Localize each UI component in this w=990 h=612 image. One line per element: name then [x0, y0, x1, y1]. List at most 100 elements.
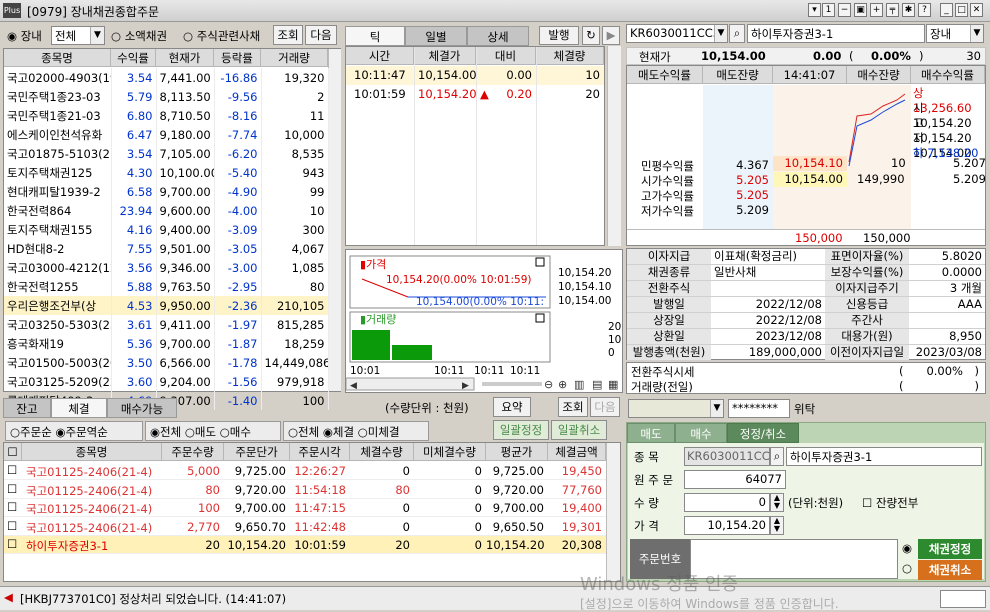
zoom-out-icon[interactable]: − — [838, 3, 851, 17]
page-one-icon[interactable]: 1 — [822, 3, 835, 17]
scrollbar[interactable] — [607, 46, 621, 246]
col-header[interactable]: 등락률 — [214, 49, 261, 67]
order-row[interactable]: ☐ 국고01125-2406(21-4) 5,000 9,725.00 12:26:27… — [4, 462, 606, 480]
radio-exec-pending[interactable]: ○미체결 — [358, 425, 400, 439]
table-row[interactable]: 국고01875-5103(21 3.54 7,105.00 -6.20 8,535 — [4, 144, 329, 163]
col-header[interactable]: 종목명 — [4, 49, 111, 67]
code-field[interactable]: KR6030011CC3 — [684, 447, 777, 466]
scrollbar[interactable] — [606, 443, 620, 581]
status-dropdown[interactable] — [940, 590, 986, 608]
table-row[interactable]: 토지주택채권125 4.30 10,100.00 -5.40 943 — [4, 163, 329, 182]
close-button[interactable]: ✕ — [970, 3, 983, 17]
table-row[interactable]: 흥국화재19 5.36 9,700.00 -1.87 18,259 — [4, 334, 329, 353]
qty-field[interactable]: 0 — [684, 493, 770, 512]
table-row[interactable]: 한국전력864 23.94 9,600.00 -4.00 10 — [4, 201, 329, 220]
bulk-cancel-button[interactable]: 일괄취소 — [551, 420, 607, 440]
market-filter-select[interactable]: 전체 ▼ — [51, 26, 105, 45]
minimize-button[interactable]: _ — [940, 3, 953, 17]
radio-side-all[interactable]: ◉전체 — [150, 425, 181, 439]
issue-button[interactable]: 발행 — [539, 26, 579, 45]
col-header[interactable]: 수익률 — [111, 49, 156, 67]
table-row[interactable]: 국민주택1종23-03 5.79 8,113.50 -9.56 2 — [4, 87, 329, 106]
help-icon[interactable]: ? — [918, 3, 931, 17]
settings-icon[interactable]: ✱ — [902, 3, 915, 17]
table-row[interactable]: 국고03250-5303(23 3.61 9,411.00 -1.97 815,285 — [4, 315, 329, 334]
tab-buy[interactable]: 매수 — [675, 423, 727, 443]
search-icon[interactable]: ⌕ — [770, 447, 784, 466]
table-row[interactable]: 국고03000-4212(12 3.56 9,346.00 -3.00 1,085 — [4, 258, 329, 277]
radio-exec-all[interactable]: ○전체 — [288, 425, 319, 439]
bulk-modify-button[interactable]: 일괄정정 — [493, 420, 549, 440]
row-checkbox[interactable]: ☐ — [7, 482, 17, 496]
price-field[interactable]: 10,154.20 — [684, 516, 770, 535]
select-all-checkbox[interactable]: ☐ — [4, 443, 22, 461]
tick-row[interactable]: 10:11:47 10,154.00 0.00 10 — [346, 66, 604, 85]
query-button[interactable]: 조회 — [558, 397, 588, 417]
market-radio-small[interactable]: ○ 소액채권 — [111, 28, 167, 44]
search-icon[interactable]: ⌕ — [729, 24, 745, 43]
maximize-button[interactable]: □ — [955, 3, 968, 17]
table-row[interactable]: 국고01500-5003(20 3.50 6,566.00 -1.78 14,449,0… — [4, 353, 329, 372]
col-header[interactable]: 거래량 — [261, 49, 328, 67]
radio-order-asc[interactable]: ○주문순 — [10, 425, 52, 439]
radio-side-buy[interactable]: ○매수 — [220, 425, 251, 439]
tab-executions[interactable]: 체결 — [51, 398, 107, 418]
bid-price-1[interactable]: 10,154.10 — [773, 156, 847, 171]
bond-modify-button[interactable]: 채권정정 — [918, 539, 982, 559]
chevron-down-icon[interactable]: ▼ — [714, 25, 727, 42]
remaining-all-checkbox[interactable]: ☐ 잔량전부 — [862, 495, 918, 511]
market-radio-jangnae[interactable]: ◉ 장내 — [7, 28, 42, 44]
account-select[interactable]: ▼ — [628, 399, 724, 418]
code-input[interactable]: KR6030011CC3 ▼ — [626, 24, 728, 43]
order-row[interactable]: ☐ 국고01125-2406(21-4) 2,770 9,650.70 11:42:48… — [4, 518, 606, 536]
market-radio-stock[interactable]: ○ 주식관련사채 — [183, 28, 260, 44]
pin-icon[interactable]: ╤ — [886, 3, 899, 17]
orig-order-field[interactable]: 64077 — [684, 470, 786, 489]
menu-icon[interactable]: ▾ — [808, 3, 821, 17]
row-checkbox[interactable]: ☐ — [7, 537, 17, 551]
lock-icon[interactable]: ▣ — [854, 3, 867, 17]
tick-row[interactable]: 10:01:59 10,154.20 ▲ 0.20 20 — [346, 85, 604, 104]
table-row[interactable]: 우리은행조건부(상 4.53 9,950.00 -2.36 210,105 — [4, 296, 329, 315]
next-button[interactable]: 다음 — [305, 25, 337, 45]
tab-balance[interactable]: 잔고 — [3, 398, 51, 418]
order-row[interactable]: ☐ 하이투자증권3-1 20 10,154.20 10:01:59 20 0 10,154.2… — [4, 536, 606, 554]
search-button[interactable]: 조회 — [273, 25, 303, 45]
row-checkbox[interactable]: ☐ — [7, 519, 17, 533]
radio-side-sell[interactable]: ○매도 — [185, 425, 216, 439]
summary-button[interactable]: 요약 — [493, 397, 531, 417]
next-button[interactable]: 다음 — [590, 397, 620, 417]
table-row[interactable]: 현대캐피탈1939-2 6.58 9,700.00 -4.90 99 — [4, 182, 329, 201]
table-row[interactable]: 국고02000-4903(19 3.54 7,441.00 -16.86 19,320 — [4, 68, 329, 87]
table-row[interactable]: 한국전력1255 5.88 9,763.50 -2.95 80 — [4, 277, 329, 296]
table-row[interactable]: 국민주택1종21-03 6.80 8,710.50 -8.16 11 — [4, 106, 329, 125]
radio-order-desc[interactable]: ◉주문역순 — [55, 425, 107, 439]
table-row[interactable]: 국고03125-5209(22 3.60 9,204.00 -1.56 979,918 — [4, 372, 329, 391]
radio-cancel[interactable]: ○ — [902, 561, 912, 575]
market-select[interactable]: 장내 ▼ — [926, 24, 984, 43]
tab-sell[interactable]: 매도 — [627, 423, 675, 443]
scrollbar[interactable] — [328, 49, 341, 391]
bond-cancel-button[interactable]: 채권취소 — [918, 560, 982, 580]
price-stepper[interactable]: ▲ ▼ — [770, 516, 784, 535]
col-header[interactable]: 현재가 — [156, 49, 214, 67]
tab-detail[interactable]: 상세 — [467, 26, 529, 46]
row-checkbox[interactable]: ☐ — [7, 463, 17, 477]
table-row[interactable]: HD현대8-2 7.55 9,501.00 -3.05 4,067 — [4, 239, 329, 258]
play-icon[interactable]: ▶ — [602, 26, 620, 45]
radio-modify[interactable]: ◉ — [902, 541, 912, 555]
qty-stepper[interactable]: ▲ ▼ — [770, 493, 784, 512]
password-field[interactable]: ******** — [728, 399, 790, 418]
tab-modify-cancel[interactable]: 정정/취소 — [727, 423, 799, 443]
order-row[interactable]: ☐ 국고01125-2406(21-4) 100 9,700.00 11:47:15 0 0… — [4, 499, 606, 517]
tab-daily[interactable]: 일별 — [405, 26, 467, 46]
table-row[interactable]: 토지주택채권155 4.16 9,400.00 -3.09 300 — [4, 220, 329, 239]
bid-price-2[interactable]: 10,154.00 — [773, 172, 847, 187]
tab-buyable[interactable]: 매수가능 — [107, 398, 177, 418]
tab-tick[interactable]: 틱 — [345, 26, 405, 46]
radio-exec-done[interactable]: ◉체결 — [323, 425, 354, 439]
row-checkbox[interactable]: ☐ — [7, 500, 17, 514]
table-row[interactable]: 에스케이인천석유화 6.47 9,180.00 -7.74 10,000 — [4, 125, 329, 144]
refresh-icon[interactable]: ↻ — [582, 26, 600, 45]
order-row[interactable]: ☐ 국고01125-2406(21-4) 80 9,720.00 11:54:18 80 0… — [4, 481, 606, 499]
